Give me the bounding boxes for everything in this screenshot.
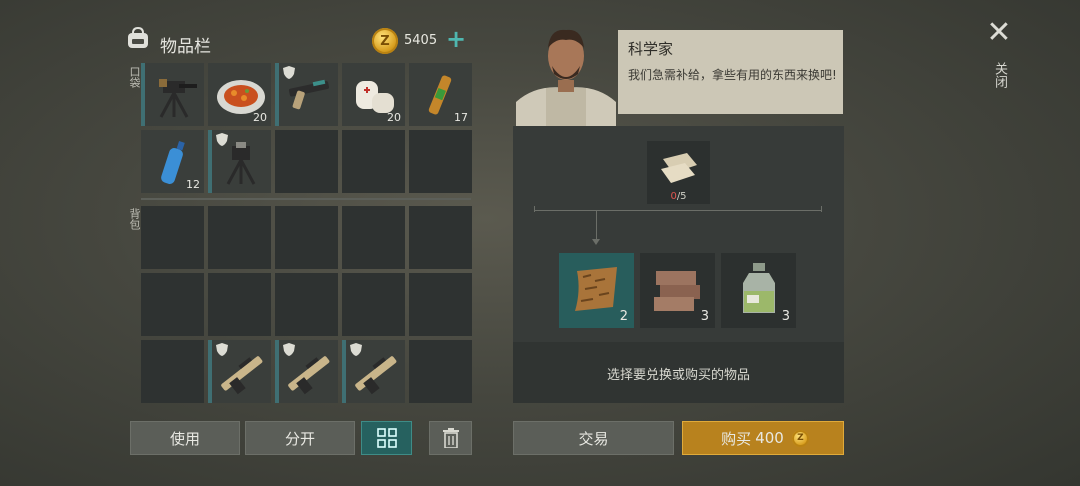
sort-button[interactable]	[361, 421, 412, 455]
inventory-slot[interactable]: 20	[208, 63, 271, 126]
trash-button[interactable]	[429, 421, 472, 455]
durability-bar	[275, 63, 279, 126]
tree-line	[534, 210, 822, 211]
inventory-slot[interactable]	[275, 63, 338, 126]
backpack-label: 背包	[128, 208, 141, 230]
leather-icon	[575, 267, 617, 311]
tree-line	[596, 210, 597, 242]
durability-bar	[208, 340, 212, 403]
inventory-slot[interactable]	[141, 340, 204, 403]
grid-sort-icon	[376, 428, 397, 448]
inventory-slot[interactable]: 17	[409, 63, 472, 126]
inventory-slot[interactable]	[208, 130, 271, 193]
durability-bar	[208, 130, 212, 193]
coin-icon: Z	[372, 28, 398, 54]
reward-count: 2	[619, 309, 628, 324]
inventory-slot[interactable]	[409, 340, 472, 403]
inventory-slot[interactable]	[409, 206, 472, 269]
buy-label: 购买	[721, 429, 752, 448]
backpack-icon	[128, 27, 148, 48]
rifle-icon	[221, 356, 263, 395]
durability-bar	[141, 63, 145, 126]
inventory-slot[interactable]: 20	[342, 63, 405, 126]
reward-slot[interactable]: 2	[559, 253, 634, 328]
coin-icon: Z	[791, 429, 809, 447]
money-amount: 5405	[404, 33, 438, 48]
trade-button[interactable]: 交易	[513, 421, 674, 455]
reward-count: 3	[700, 309, 709, 324]
add-money-button[interactable]: +	[445, 27, 467, 51]
rifle-icon	[355, 356, 397, 395]
reward-slot[interactable]: 3	[640, 253, 715, 328]
section-divider	[141, 198, 471, 200]
inventory-slot[interactable]	[342, 273, 405, 336]
npc-portrait	[516, 29, 616, 126]
item-count: 17	[454, 111, 468, 124]
inventory-slot[interactable]	[342, 130, 405, 193]
close-button[interactable]: ✕	[986, 18, 1012, 48]
inventory-title: 物品栏	[160, 37, 211, 57]
rifle-icon	[288, 356, 330, 395]
down-arrow-icon	[592, 239, 600, 245]
inventory-slot[interactable]	[275, 340, 338, 403]
pocket-grid: 20 20 17 12	[141, 63, 472, 193]
inventory-slot[interactable]	[141, 206, 204, 269]
trade-hint: 选择要兑换或购买的物品	[606, 368, 750, 383]
npc-dialog-text: 我们急需补给，拿些有用的东西来换吧!	[628, 68, 837, 82]
inventory-slot[interactable]	[208, 206, 271, 269]
inventory-slot[interactable]	[275, 130, 338, 193]
pistol-icon	[288, 79, 330, 110]
inventory-slot[interactable]	[409, 130, 472, 193]
buy-price: 400	[755, 429, 784, 447]
inventory-slot[interactable]	[342, 206, 405, 269]
bricks-icon	[654, 271, 700, 311]
buy-button[interactable]: 购买 400 Z	[682, 421, 844, 455]
durability-bar	[342, 340, 346, 403]
use-button[interactable]: 使用	[130, 421, 240, 455]
durability-bar	[275, 340, 279, 403]
trash-icon	[442, 428, 459, 448]
inventory-slot[interactable]	[342, 340, 405, 403]
inventory-slot[interactable]	[409, 273, 472, 336]
turret-icon	[159, 79, 197, 118]
turret-icon	[226, 142, 256, 185]
item-count: 20	[253, 111, 267, 124]
close-label: 关闭	[992, 62, 1007, 88]
inventory-slot[interactable]	[275, 206, 338, 269]
inventory-slot[interactable]: 12	[141, 130, 204, 193]
backpack-grid	[141, 206, 472, 403]
inventory-slot[interactable]	[275, 273, 338, 336]
inventory-slot[interactable]	[208, 273, 271, 336]
split-button[interactable]: 分开	[245, 421, 355, 455]
inventory-slot[interactable]	[141, 63, 204, 126]
required-item-slot[interactable]: 0/5	[647, 141, 710, 204]
chemical-jar-icon	[743, 263, 775, 313]
npc-dialog: 科学家 我们急需补给，拿些有用的东西来换吧!	[618, 30, 843, 114]
npc-name: 科学家	[628, 40, 674, 58]
tree-line	[821, 206, 822, 212]
item-count: 12	[186, 178, 200, 191]
reward-slot[interactable]: 3	[721, 253, 796, 328]
inventory-slot[interactable]	[208, 340, 271, 403]
inventory-slot[interactable]	[141, 273, 204, 336]
required-count: 0/5	[647, 191, 710, 202]
reward-count: 3	[781, 309, 790, 324]
cloth-icon	[661, 153, 697, 183]
item-count: 20	[387, 111, 401, 124]
required-need: /5	[676, 191, 687, 202]
pocket-label: 口袋	[128, 66, 141, 88]
tree-line	[534, 206, 535, 212]
